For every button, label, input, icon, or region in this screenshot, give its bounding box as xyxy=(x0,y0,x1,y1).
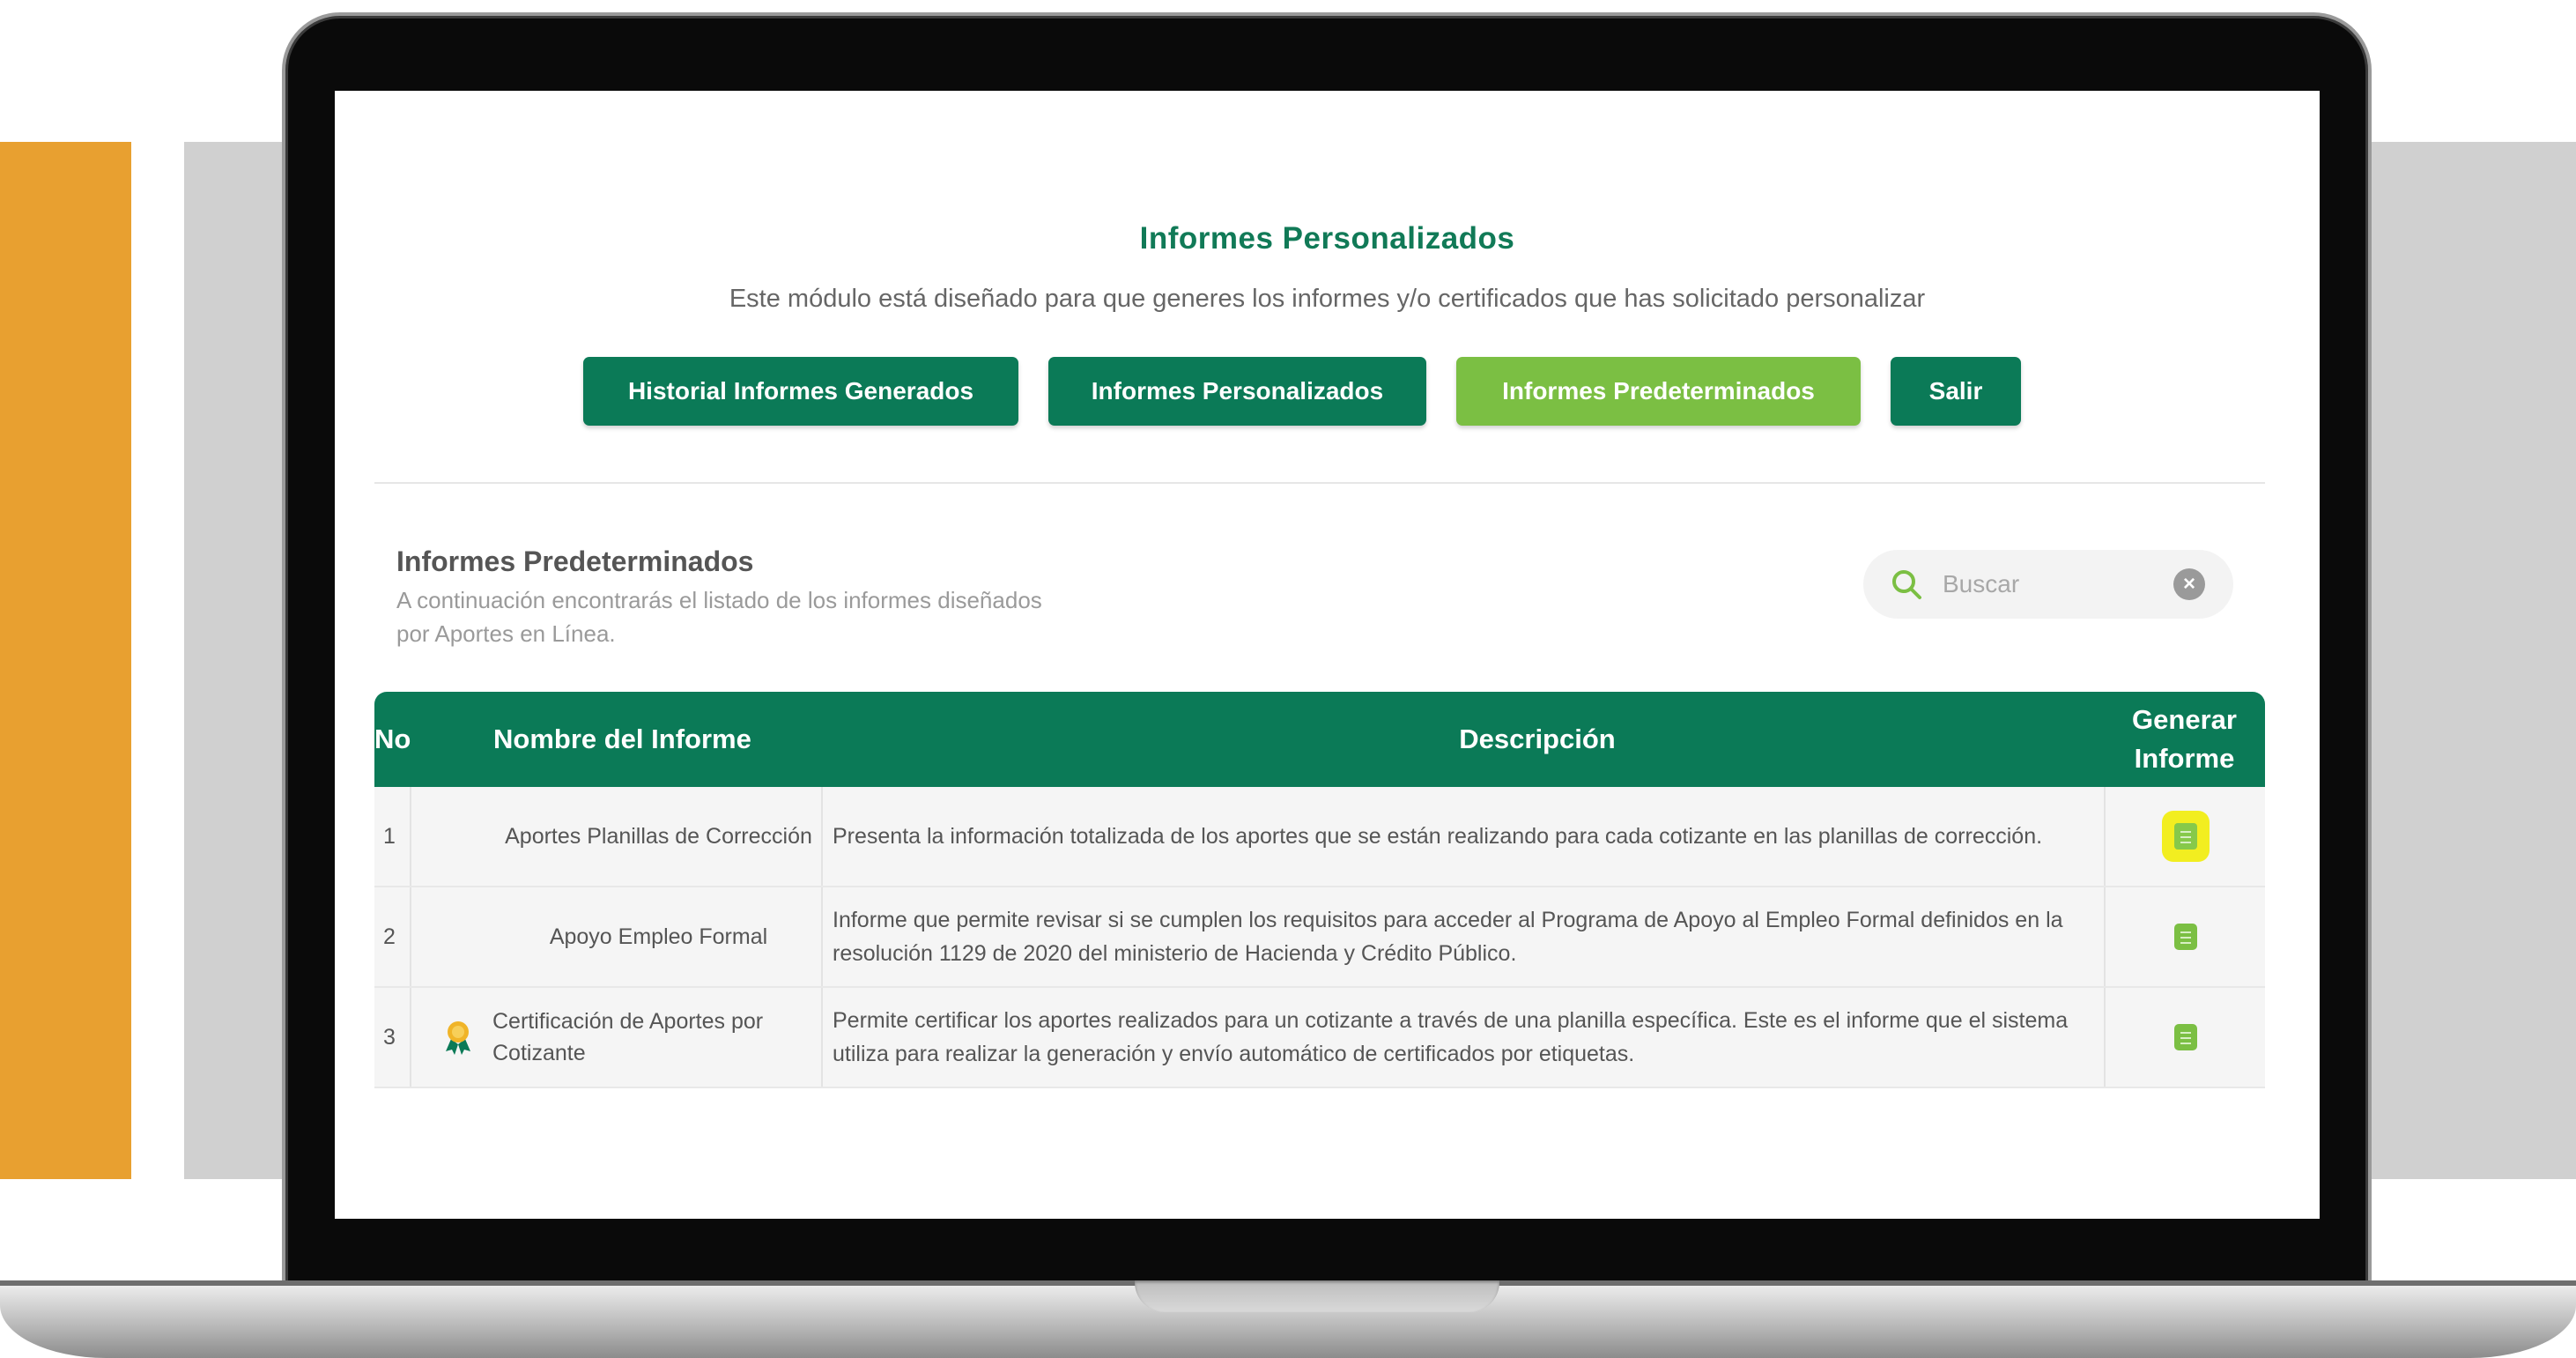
report-icon[interactable] xyxy=(2173,924,2197,950)
report-name: Aportes Planillas de Corrección xyxy=(505,824,812,849)
report-name: Certificación de Aportes por Cotizante xyxy=(492,1009,764,1065)
row-number: 1 xyxy=(383,823,396,849)
generate-cell xyxy=(2106,787,2265,886)
decorative-gray-panel-right xyxy=(2363,142,2576,1179)
custom-reports-button[interactable]: Informes Personalizados xyxy=(1048,357,1426,426)
table-row: 2 Apoyo Empleo Formal Informe que permit… xyxy=(374,887,2265,988)
table-header: No Nombre del Informe Descripción Genera… xyxy=(374,692,2265,787)
stage: Informes Personalizados Este módulo está… xyxy=(0,0,2576,1358)
cell-divider xyxy=(821,887,823,986)
cell-divider xyxy=(821,988,823,1087)
search-icon xyxy=(1892,570,1921,599)
nav-button-row: Historial Informes Generados Informes Pe… xyxy=(583,357,2021,426)
section-description: A continuación encontrarás el listado de… xyxy=(396,587,1042,647)
app-screen: Informes Personalizados Este módulo está… xyxy=(335,91,2320,1219)
report-name: Apoyo Empleo Formal xyxy=(549,924,768,949)
section-title: Informes Predeterminados xyxy=(396,545,754,577)
history-reports-button[interactable]: Historial Informes Generados xyxy=(583,357,1018,426)
search-box: × xyxy=(1863,550,2233,619)
report-description: Permite certificar los aportes realizado… xyxy=(833,1008,2069,1066)
page-subtitle: Este módulo está diseñado para que gener… xyxy=(729,285,1926,313)
cell-divider xyxy=(821,787,823,886)
award-ribbon-icon xyxy=(446,1021,470,1055)
divider xyxy=(374,482,2265,484)
search-input[interactable] xyxy=(1943,562,2163,606)
reports-table: No Nombre del Informe Descripción Genera… xyxy=(374,692,2265,1088)
report-description: Informe que permite revisar si se cumple… xyxy=(833,908,2063,966)
report-icon[interactable] xyxy=(2173,1024,2197,1050)
default-reports-button[interactable]: Informes Predeterminados xyxy=(1456,357,1861,426)
report-icon[interactable] xyxy=(2173,823,2197,850)
row-icon-cell xyxy=(440,988,476,1087)
column-header-name: Nombre del Informe xyxy=(493,724,751,754)
row-number: 2 xyxy=(383,924,396,949)
generate-cell xyxy=(2106,988,2265,1087)
column-header-no: No xyxy=(374,724,411,754)
cell-divider xyxy=(410,787,411,886)
generate-cell xyxy=(2106,887,2265,986)
table-row: 1 Aportes Planillas de Corrección Presen… xyxy=(374,787,2265,887)
laptop-hinge-notch xyxy=(1135,1280,1499,1312)
table-row: 3 Certificación de Aportes por Cotizante… xyxy=(374,988,2265,1088)
exit-button[interactable]: Salir xyxy=(1891,357,2021,426)
report-description: Presenta la información totalizada de lo… xyxy=(833,824,2043,849)
page-title: Informes Personalizados xyxy=(1139,221,1515,256)
row-number: 3 xyxy=(383,1024,396,1050)
cell-divider xyxy=(410,887,411,986)
decorative-orange-panel xyxy=(0,142,131,1179)
column-header-generate: Generar Informe xyxy=(2132,704,2237,774)
clear-icon[interactable]: × xyxy=(2173,568,2205,600)
column-header-description: Descripción xyxy=(1459,724,1616,754)
cell-divider xyxy=(410,988,411,1087)
